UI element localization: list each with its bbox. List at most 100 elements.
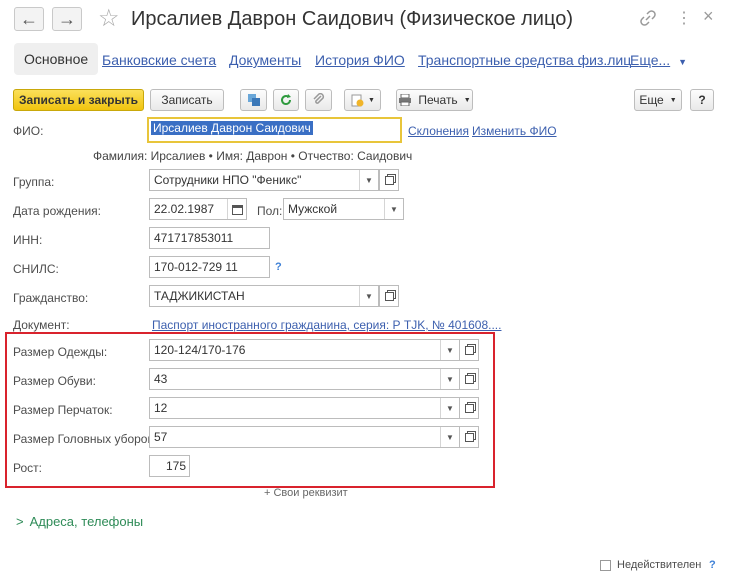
group-select[interactable]: Сотрудники НПО "Феникс" ▼: [149, 169, 379, 191]
dropdown-arrow-icon[interactable]: ▼: [440, 340, 459, 360]
birth-date-value: 22.02.1987: [154, 202, 215, 216]
addresses-label: Адреса, телефоны: [29, 514, 144, 529]
citizenship-select[interactable]: ТАДЖИКИСТАН ▼: [149, 285, 379, 307]
calendar-icon[interactable]: [227, 199, 246, 219]
close-icon[interactable]: ×: [703, 6, 714, 27]
clothes-size-value: 120-124/170-176: [154, 343, 246, 357]
inactive-help-icon[interactable]: ?: [709, 559, 716, 571]
shoe-size-label: Размер Обуви:: [13, 374, 96, 388]
open-citizenship-button[interactable]: [379, 285, 399, 307]
more-vertical-icon[interactable]: ⋮: [676, 8, 692, 28]
group-label: Группа:: [13, 175, 55, 189]
tab-more[interactable]: Еще... ▼: [630, 52, 687, 68]
create-based-on-button[interactable]: ▼: [344, 89, 381, 111]
open-icon: [464, 374, 474, 384]
addresses-group[interactable]: > Адреса, телефоны: [16, 514, 143, 529]
open-icon: [384, 291, 394, 301]
favorite-star-icon[interactable]: ☆: [98, 4, 120, 33]
save-button[interactable]: Записать: [150, 89, 224, 111]
snils-value: 170-012-729 11: [154, 260, 238, 274]
inactive-label: Недействителен: [617, 559, 702, 571]
shoe-size-select[interactable]: 43 ▼: [149, 368, 460, 390]
inn-input[interactable]: 471717853011: [149, 227, 270, 249]
open-hat-size-button[interactable]: [459, 426, 479, 448]
dropdown-arrow-icon[interactable]: ▼: [359, 286, 378, 306]
tab-bank-accounts[interactable]: Банковские счета: [102, 52, 216, 68]
declensions-link[interactable]: Склонения: [408, 124, 469, 138]
back-button[interactable]: ←: [14, 7, 44, 31]
snils-help-icon[interactable]: ?: [275, 261, 282, 273]
attach-button[interactable]: [305, 89, 332, 111]
add-own-attribute-link[interactable]: + Свои реквизит: [264, 487, 348, 499]
dropdown-arrow-icon[interactable]: ▼: [384, 199, 403, 219]
tab-vehicles[interactable]: Транспортные средства физ.лиц: [418, 52, 631, 68]
tab-more-label: Еще...: [630, 52, 671, 68]
document-link[interactable]: Паспорт иностранного гражданина, серия: …: [152, 318, 501, 332]
sex-label: Пол:: [257, 204, 283, 218]
arrow-right-icon: →: [58, 8, 76, 29]
dropdown-arrow-icon: ▼: [463, 96, 471, 104]
more-button[interactable]: Еще ▼: [634, 89, 682, 111]
forward-button[interactable]: →: [52, 7, 82, 31]
gloves-size-label: Размер Перчаток:: [13, 403, 113, 417]
dropdown-arrow-icon[interactable]: ▼: [359, 170, 378, 190]
inactive-checkbox[interactable]: [600, 560, 611, 571]
clothes-size-label: Размер Одежды:: [13, 345, 108, 359]
document-create-icon: [351, 94, 364, 107]
dropdown-arrow-icon[interactable]: ▼: [440, 427, 459, 447]
tab-fio-history[interactable]: История ФИО: [315, 52, 405, 68]
chevron-down-icon: ▼: [678, 57, 688, 67]
height-input[interactable]: 175: [149, 455, 190, 477]
open-gloves-size-button[interactable]: [459, 397, 479, 419]
refresh-button[interactable]: [273, 89, 299, 111]
open-clothes-size-button[interactable]: [459, 339, 479, 361]
more-label: Еще: [639, 93, 664, 107]
arrow-left-icon: ←: [20, 8, 38, 29]
sex-select[interactable]: Мужской ▼: [283, 198, 404, 220]
link-icon[interactable]: [640, 10, 656, 29]
open-group-button[interactable]: [379, 169, 399, 191]
sex-value: Мужской: [288, 202, 338, 216]
birth-date-input[interactable]: 22.02.1987: [149, 198, 247, 220]
refresh-icon: [281, 94, 292, 106]
open-shoe-size-button[interactable]: [459, 368, 479, 390]
tab-main[interactable]: Основное: [14, 43, 99, 75]
change-fio-link[interactable]: Изменить ФИО: [472, 124, 557, 138]
hat-size-select[interactable]: 57 ▼: [149, 426, 460, 448]
gloves-size-select[interactable]: 12 ▼: [149, 397, 460, 419]
printer-icon: [399, 94, 412, 106]
snils-input[interactable]: 170-012-729 11: [149, 256, 270, 278]
save-and-close-button[interactable]: Записать и закрыть: [13, 89, 144, 111]
exchange-icon: [247, 94, 260, 106]
gloves-size-value: 12: [154, 401, 168, 415]
document-label: Документ:: [13, 318, 70, 332]
inn-label: ИНН:: [13, 233, 43, 247]
height-value: 175: [165, 459, 186, 473]
open-icon: [464, 403, 474, 413]
inn-value: 471717853011: [154, 231, 234, 245]
hat-size-label: Размер Головных уборов:: [13, 432, 158, 446]
help-button[interactable]: ?: [690, 89, 714, 111]
exchange-button[interactable]: [240, 89, 267, 111]
chevron-right-icon: >: [16, 514, 24, 529]
open-icon: [464, 432, 474, 442]
fio-input[interactable]: Ирсалиев Даврон Саидович: [147, 117, 402, 143]
dropdown-arrow-icon[interactable]: ▼: [440, 369, 459, 389]
print-label: Печать: [418, 93, 458, 107]
open-icon: [464, 345, 474, 355]
citizenship-label: Гражданство:: [13, 291, 89, 305]
birth-date-label: Дата рождения:: [13, 204, 101, 218]
snils-label: СНИЛС:: [13, 262, 59, 276]
print-button[interactable]: Печать ▼: [396, 89, 473, 111]
tab-documents[interactable]: Документы: [229, 52, 301, 68]
fio-value: Ирсалиев Даврон Саидович: [151, 121, 313, 135]
window-title: Ирсалиев Даврон Саидович (Физическое лиц…: [131, 8, 573, 30]
clothes-size-select[interactable]: 120-124/170-176 ▼: [149, 339, 460, 361]
shoe-size-value: 43: [154, 372, 168, 386]
dropdown-arrow-icon[interactable]: ▼: [440, 398, 459, 418]
dropdown-arrow-icon: ▼: [669, 96, 677, 104]
fio-label: ФИО:: [13, 124, 44, 138]
group-value: Сотрудники НПО "Феникс": [154, 173, 302, 187]
hat-size-value: 57: [154, 430, 168, 444]
height-label: Рост:: [13, 461, 42, 475]
